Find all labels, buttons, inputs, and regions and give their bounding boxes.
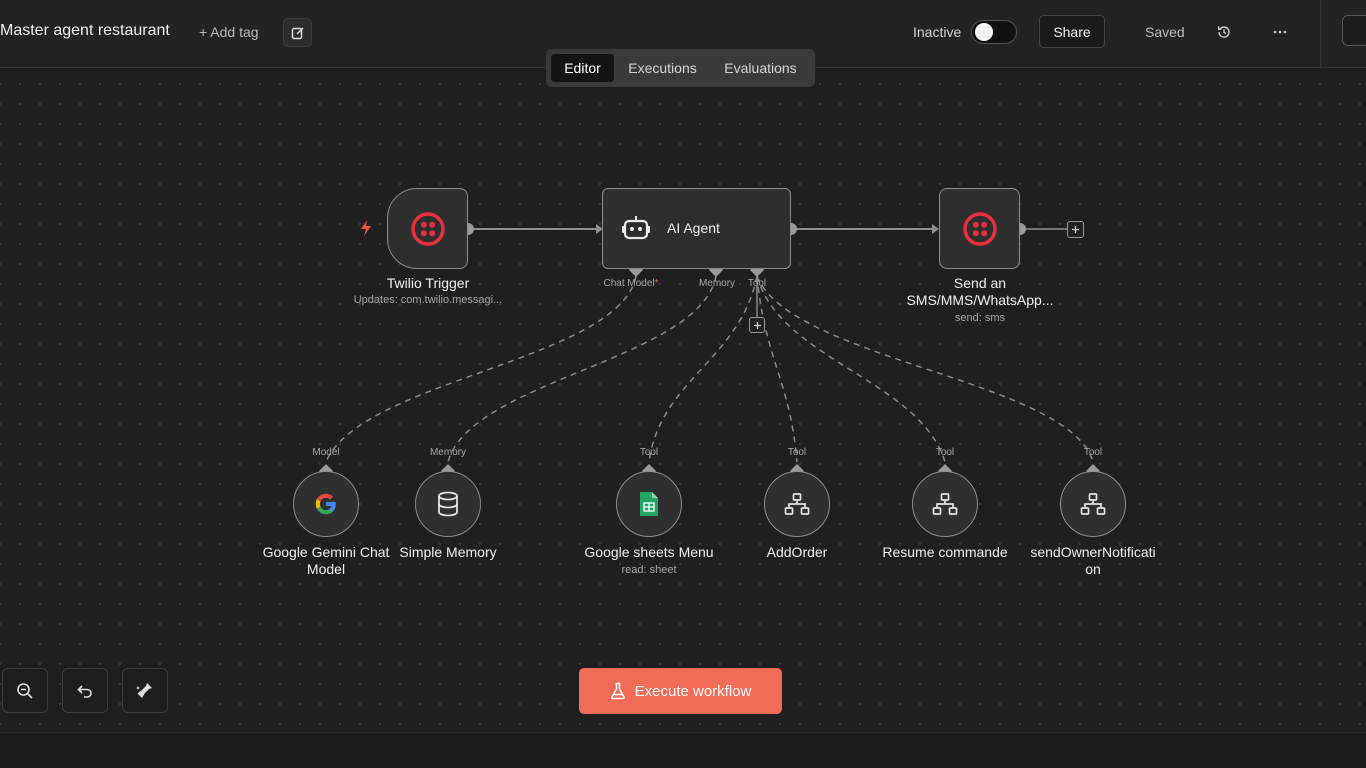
add-node-after-sms-button[interactable] (1067, 221, 1084, 238)
execute-workflow-button[interactable]: Execute workflow (579, 668, 782, 714)
simple-memory-node[interactable] (415, 471, 481, 537)
resume-handle-label: Tool (935, 447, 955, 458)
send-sms-subtitle: send: sms (954, 312, 1006, 324)
execute-workflow-label: Execute workflow (634, 682, 752, 700)
tool-handle-label: Tool (747, 278, 767, 289)
gemini-title: Google Gemini Chat Model (251, 544, 401, 578)
sitemap-icon (932, 493, 958, 515)
resume-commande-title: Resume commande (882, 544, 1008, 560)
notify-handle-label: Tool (1083, 447, 1103, 458)
simple-memory-title: Simple Memory (399, 544, 497, 560)
sheets-title: Google sheets Menu (584, 544, 714, 560)
sheets-handle-label: Tool (639, 447, 659, 458)
ai-agent-title: AI Agent (667, 220, 720, 236)
connections-layer (319, 223, 1100, 478)
required-marker: * (654, 278, 659, 289)
gemini-handle-label: Model (312, 447, 340, 458)
zoom-out-button[interactable] (2, 668, 48, 713)
send-sms-node[interactable] (939, 188, 1020, 269)
plus-icon (1072, 226, 1079, 233)
plus-icon (753, 321, 761, 329)
twilio-trigger-node[interactable] (387, 188, 468, 269)
google-sheets-node[interactable] (616, 471, 682, 537)
sheets-subtitle: read: sheet (621, 564, 677, 576)
add-order-node[interactable] (764, 471, 830, 537)
robot-icon (622, 216, 650, 240)
notify-title-line2: on (1085, 561, 1101, 577)
google-icon (315, 493, 336, 515)
chat-model-handle-label: Chat Model* (596, 278, 666, 289)
sitemap-icon (784, 493, 810, 515)
tidy-up-button[interactable] (122, 668, 168, 713)
google-sheets-icon (640, 492, 658, 516)
addorder-handle-label: Tool (787, 447, 807, 458)
ai-agent-node[interactable]: AI Agent (602, 188, 791, 269)
database-icon (438, 491, 458, 517)
trigger-bolt-icon (361, 220, 371, 236)
twilio-trigger-title: Twilio Trigger (386, 275, 470, 291)
sitemap-icon (1080, 493, 1106, 515)
undo-icon (77, 684, 92, 698)
send-sms-title-line1: Send an (953, 275, 1007, 291)
gemini-title-line1: Google Gemini Chat (262, 544, 390, 560)
memory-node-handle-label: Memory (429, 447, 467, 458)
send-owner-notification-node[interactable] (1060, 471, 1126, 537)
google-gemini-node[interactable] (293, 471, 359, 537)
broom-icon (136, 682, 152, 698)
resume-commande-node[interactable] (912, 471, 978, 537)
send-owner-notification-title: sendOwnerNotificati on (1018, 544, 1168, 578)
twilio-trigger-subtitle: Updates: com.twilio.messagi... (353, 294, 503, 306)
twilio-icon (962, 211, 997, 246)
memory-handle-label: Memory (698, 278, 736, 289)
flask-icon (610, 682, 625, 700)
send-sms-title: Send an SMS/MMS/WhatsApp... (895, 275, 1065, 309)
add-order-title: AddOrder (766, 544, 828, 560)
zoom-out-icon (17, 682, 33, 699)
add-tool-button[interactable] (749, 317, 765, 333)
notify-title-line1: sendOwnerNotificati (1030, 544, 1156, 560)
undo-button[interactable] (62, 668, 108, 713)
gemini-title-line2: Model (306, 561, 346, 577)
chat-model-handle-text: Chat Model (603, 278, 655, 289)
send-sms-title-line2: SMS/MMS/WhatsApp... (906, 292, 1054, 308)
twilio-icon (410, 211, 445, 246)
